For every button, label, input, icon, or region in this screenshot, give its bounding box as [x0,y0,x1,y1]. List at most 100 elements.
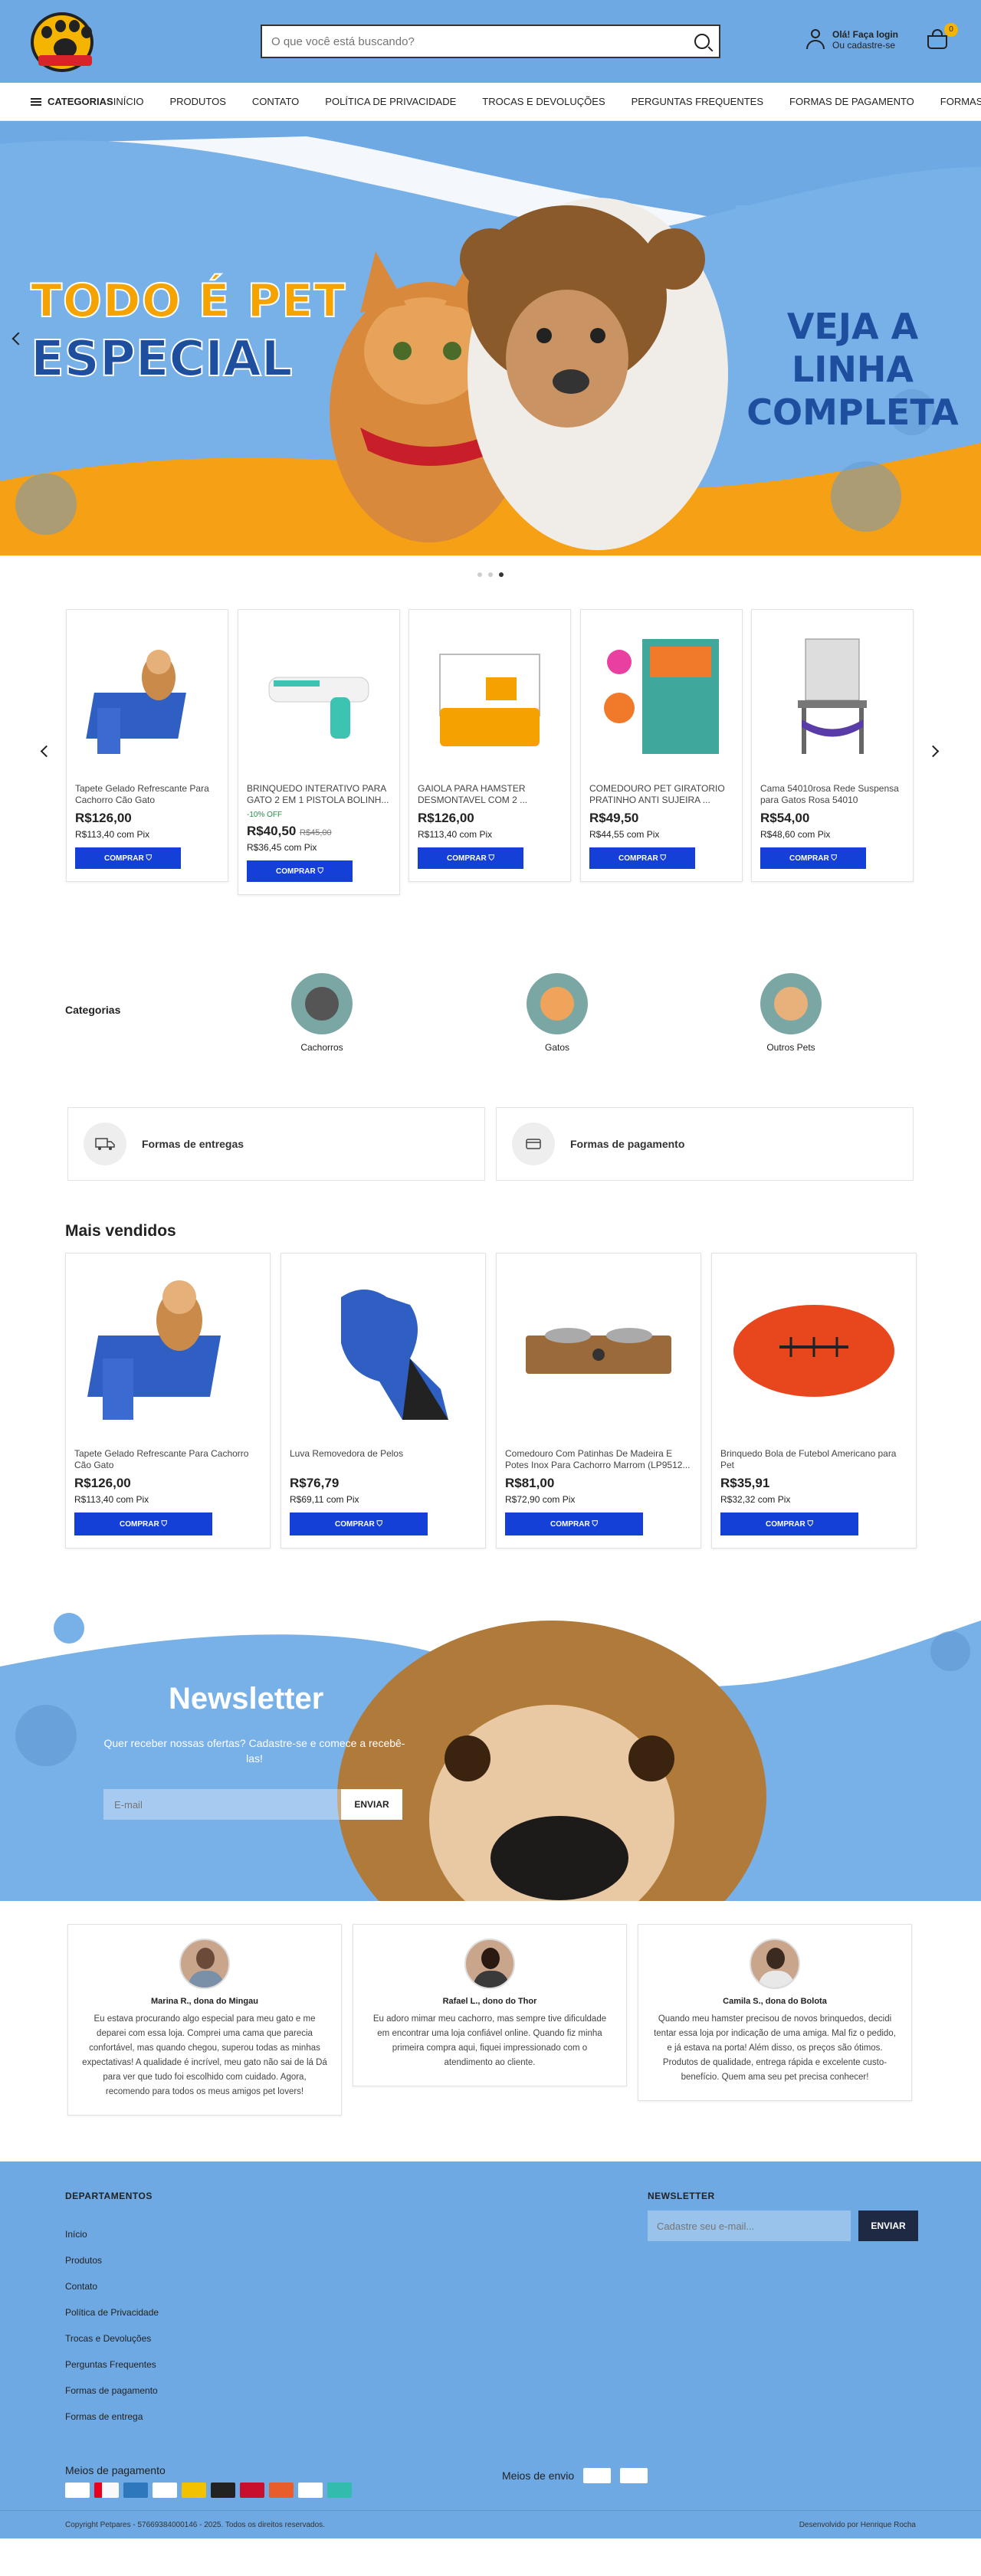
product-name[interactable]: Tapete Gelado Refrescante Para Cachorro … [67,783,228,806]
hero-banner[interactable]: TODO É PET ESPECIAL VEJA A LINHA COMPLET… [0,121,981,556]
categories-title: Categorias [65,1004,121,1016]
product-image[interactable] [73,616,221,777]
buy-button[interactable]: COMPRAR ⛉ [75,847,181,869]
product-image[interactable] [244,616,393,777]
product-image[interactable] [503,1260,694,1442]
newsletter-email-input[interactable] [103,1789,341,1820]
user-icon [806,29,825,51]
product-image[interactable] [415,616,564,777]
nav-link-privacidade[interactable]: POLÍTICA DE PRIVACIDADE [325,96,456,107]
footer-email-input[interactable] [648,2211,851,2241]
newsletter-title: Newsletter [169,1682,324,1716]
product-card[interactable]: BRINQUEDO INTERATIVO PARA GATO 2 EM 1 PI… [238,609,400,895]
nav-link-produtos[interactable]: PRODUTOS [169,96,225,107]
carousel-prev-arrow[interactable] [40,745,53,758]
testimonial-card: Camila S., dona do Bolota Quando meu ham… [638,1924,912,2101]
hero-dot-active[interactable] [499,572,504,577]
product-card[interactable]: Tapete Gelado Refrescante Para Cachorro … [66,609,228,882]
footer-link-trocas[interactable]: Trocas e Devoluções [65,2333,159,2359]
product-name[interactable]: BRINQUEDO INTERATIVO PARA GATO 2 EM 1 PI… [238,783,399,806]
category-cats[interactable]: Gatos [511,973,603,1053]
product-card[interactable]: GAIOLA PARA HAMSTER DESMONTAVEL COM 2 ..… [408,609,571,882]
footer-link-entrega[interactable]: Formas de entrega [65,2411,159,2437]
nav-link-entrega[interactable]: FORMAS DE ENTREGA [940,96,981,107]
product-name[interactable]: Cama 54010rosa Rede Suspensa para Gatos … [752,783,913,806]
testimonials-section: Marina R., dona do Mingau Eu estava proc… [0,1901,981,2161]
info-section: Formas de entregas Formas de pagamento [0,1084,981,1222]
shipping-methods-label: Meios de envio [502,2469,575,2482]
category-other-pets[interactable]: Outros Pets [745,973,837,1053]
product-image[interactable] [587,616,736,777]
buy-button[interactable]: COMPRAR ⛉ [760,847,866,869]
menu-icon [31,97,41,106]
product-card[interactable]: COMEDOURO PET GIRATORIO PRATINHO ANTI SU… [580,609,743,882]
nav-link-contato[interactable]: CONTATO [252,96,299,107]
hero-cta[interactable]: VEJA A LINHA COMPLETA [724,305,981,434]
hero-dot[interactable] [488,572,493,577]
hero-dot[interactable] [477,572,482,577]
buy-button[interactable]: COMPRAR ⛉ [589,847,695,869]
bestseller-card[interactable]: Luva Removedora de Pelos R$76,79 R$69,11… [281,1253,486,1549]
bestseller-card[interactable]: Tapete Gelado Refrescante Para Cachorro … [65,1253,271,1549]
buy-button[interactable]: COMPRAR ⛉ [720,1512,858,1535]
product-image[interactable] [72,1260,264,1442]
shipping-info-box[interactable]: Formas de entregas [67,1107,485,1181]
buy-label: COMPRAR [120,1519,159,1529]
product-name[interactable]: GAIOLA PARA HAMSTER DESMONTAVEL COM 2 ..… [409,783,570,806]
product-name[interactable]: COMEDOURO PET GIRATORIO PRATINHO ANTI SU… [581,783,742,806]
diners-icon [153,2483,177,2498]
newsletter-submit-button[interactable]: ENVIAR [341,1789,402,1820]
shipping-carrier-logo [620,2468,648,2483]
search-input[interactable] [271,34,694,48]
footer-link-inicio[interactable]: Início [65,2229,159,2255]
footer-link-faq[interactable]: Perguntas Frequentes [65,2359,159,2385]
buy-button[interactable]: COMPRAR ⛉ [505,1512,643,1535]
bestseller-card[interactable]: Comedouro Com Patinhas De Madeira E Pote… [496,1253,701,1549]
footer-departments-list: Início Produtos Contato Política de Priv… [65,2229,159,2437]
payment-info-box[interactable]: Formas de pagamento [496,1107,914,1181]
carousel-next-arrow[interactable] [927,745,940,758]
categories-menu[interactable]: CATEGORIAS [31,96,113,107]
buy-button[interactable]: COMPRAR ⛉ [290,1512,428,1535]
footer-newsletter-submit[interactable]: ENVIAR [858,2211,918,2241]
cat-category-icon [527,973,588,1034]
newsletter-subtitle: Quer receber nossas ofertas? Cadastre-se… [103,1737,405,1765]
product-pix-price: R$36,45 com Pix [247,842,317,853]
avatar [179,1939,230,1989]
bestseller-card[interactable]: Brinquedo Bola de Futebol Americano para… [711,1253,917,1549]
footer-link-pagamento[interactable]: Formas de pagamento [65,2385,159,2411]
footer-link-produtos[interactable]: Produtos [65,2255,159,2281]
product-card[interactable]: Cama 54010rosa Rede Suspensa para Gatos … [751,609,914,882]
product-name[interactable]: Comedouro Com Patinhas De Madeira E Pote… [497,1448,700,1471]
product-name[interactable]: Brinquedo Bola de Futebol Americano para… [712,1448,916,1471]
mastercard-icon [94,2483,119,2498]
product-image[interactable] [758,616,907,777]
elo-icon [182,2483,206,2498]
product-image[interactable] [718,1260,910,1442]
buy-label: COMPRAR [789,854,829,863]
product-name[interactable]: Luva Removedora de Pelos [281,1448,485,1471]
product-name[interactable]: Tapete Gelado Refrescante Para Cachorro … [66,1448,270,1471]
product-pix-price: R$32,32 com Pix [720,1494,791,1505]
nav-link-inicio[interactable]: INÍCIO [113,96,144,107]
hero-cta-line2: COMPLETA [746,392,959,433]
search-icon[interactable] [694,34,710,49]
buy-button[interactable]: COMPRAR ⛉ [74,1512,212,1535]
account-link[interactable]: Olá! Faça login Ou cadastre-se [806,29,898,51]
footer-link-privacidade[interactable]: Política de Privacidade [65,2307,159,2333]
cart-button[interactable]: 0 [927,23,958,49]
buy-button[interactable]: COMPRAR ⛉ [418,847,523,869]
store-logo[interactable] [31,12,94,72]
hero-line1: TODO É PET [30,274,346,329]
nav-link-trocas[interactable]: TROCAS E DEVOLUÇÕES [482,96,605,107]
category-dogs[interactable]: Cachorros [276,973,368,1053]
product-image[interactable] [287,1260,479,1442]
paw-toe [41,26,52,38]
footer-link-contato[interactable]: Contato [65,2281,159,2307]
discover-icon [269,2483,294,2498]
buy-button[interactable]: COMPRAR ⛉ [247,860,353,882]
developer-credit[interactable]: Desenvolvido por Henrique Rocha [799,2521,916,2529]
nav-link-pagamento[interactable]: FORMAS DE PAGAMENTO [789,96,914,107]
nav-link-faq[interactable]: PERGUNTAS FREQUENTES [632,96,763,107]
bestsellers-title: Mais vendidos [65,1222,176,1240]
